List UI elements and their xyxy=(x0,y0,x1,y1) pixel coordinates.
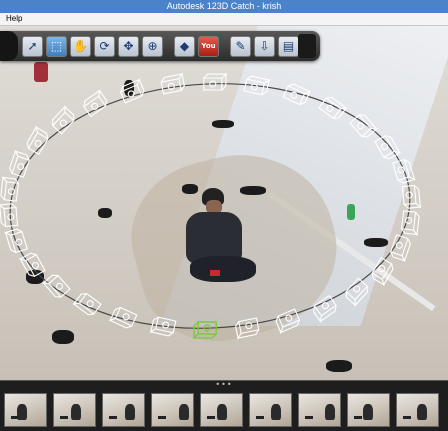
camera-position-icon[interactable] xyxy=(243,75,271,96)
toolbar-collapse-handle[interactable] xyxy=(0,31,18,61)
camera-position-icon[interactable] xyxy=(18,251,46,278)
filmstrip-grip[interactable]: ••• xyxy=(0,381,448,389)
title-bar: Autodesk 123D Catch - krish xyxy=(0,0,448,13)
camera-position-icon[interactable] xyxy=(72,291,102,317)
camera-position-icon[interactable] xyxy=(82,89,109,118)
orbit-icon[interactable]: ⟳ xyxy=(94,35,115,57)
camera-position-icon[interactable] xyxy=(203,72,228,91)
camera-position-icon[interactable] xyxy=(374,134,402,161)
camera-position-icon[interactable] xyxy=(192,321,217,340)
camera-position-icon[interactable] xyxy=(318,95,348,121)
camera-position-icon[interactable] xyxy=(389,234,411,263)
zoom-icon[interactable]: ⊕ xyxy=(142,35,163,57)
photo-thumbnail[interactable] xyxy=(249,393,292,427)
toolbar-end-cap xyxy=(298,34,316,58)
menu-item-help[interactable]: Help xyxy=(6,13,22,25)
toolbar: ➚ ⬚ ✋ ⟳ ✥ ⊕ ◆ You ✎ ⇩ ▤ xyxy=(0,31,320,61)
camera-position-icon[interactable] xyxy=(400,210,420,236)
select-region-icon[interactable]: ⬚ xyxy=(46,35,67,57)
photo-thumbnail[interactable] xyxy=(4,393,47,427)
photo-thumbnail[interactable] xyxy=(151,393,194,427)
photo-thumbnail[interactable] xyxy=(200,393,243,427)
eyedropper-icon[interactable]: ✎ xyxy=(230,35,251,57)
move-icon[interactable]: ✥ xyxy=(118,35,139,57)
camera-position-icon[interactable] xyxy=(401,184,422,209)
camera-position-icon[interactable] xyxy=(0,203,19,228)
youtube-icon[interactable]: You xyxy=(198,35,219,57)
camera-position-icon[interactable] xyxy=(311,294,338,323)
export-icon[interactable]: ⇩ xyxy=(254,35,275,57)
camera-position-icon[interactable] xyxy=(160,72,185,95)
camera-position-icon[interactable] xyxy=(392,158,416,184)
camera-position-icon[interactable] xyxy=(149,316,177,337)
window-title: Autodesk 123D Catch - krish xyxy=(166,1,282,11)
camera-position-icon[interactable] xyxy=(4,228,28,254)
pan-hand-icon[interactable]: ✋ xyxy=(70,35,91,57)
photo-thumbnail[interactable] xyxy=(396,393,439,427)
photo-thumbnail[interactable] xyxy=(102,393,145,427)
photo-thumbnail[interactable] xyxy=(53,393,96,427)
camera-path-overlay xyxy=(0,72,422,340)
camera-position-icon[interactable] xyxy=(108,306,138,330)
camera-position-icon[interactable] xyxy=(0,176,20,202)
notes-icon[interactable]: ▤ xyxy=(278,35,299,57)
photo-filmstrip: ••• xyxy=(0,380,448,431)
camera-position-icon[interactable] xyxy=(50,105,77,135)
photo-thumbnail[interactable] xyxy=(298,393,341,427)
mesh-icon[interactable]: ◆ xyxy=(174,35,195,57)
camera-position-icon[interactable] xyxy=(282,82,312,106)
camera-position-icon[interactable] xyxy=(8,149,30,178)
photo-thumbnail[interactable] xyxy=(347,393,390,427)
menu-bar: Help xyxy=(0,13,448,26)
camera-position-icon[interactable] xyxy=(235,317,260,340)
select-tool-icon[interactable]: ➚ xyxy=(22,35,43,57)
camera-position-icon[interactable] xyxy=(343,277,370,307)
